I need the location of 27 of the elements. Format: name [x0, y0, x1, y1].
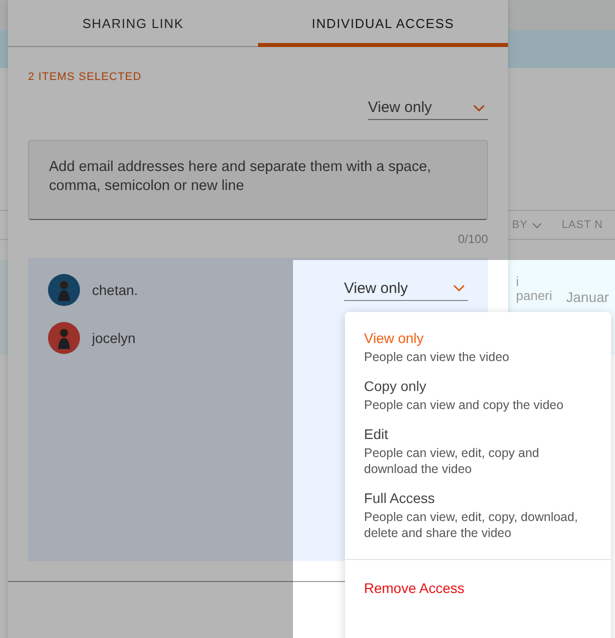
permission-dropdown[interactable]: View only — [368, 99, 488, 120]
avatar-icon — [48, 274, 80, 306]
option-description: People can view the video — [364, 349, 510, 365]
option-description: People can view, edit, copy and download the video — [364, 445, 540, 477]
menu-item[interactable]: Edit People can view, edit, copy and download the video — [345, 425, 611, 489]
email-field[interactable]: Add email addresses here and separate them with a space, comma, semicolon or new line — [28, 140, 488, 220]
option-description: People can view, edit, copy, download, delete and share the video — [364, 509, 579, 541]
option-label: Full Access — [364, 489, 436, 507]
permission-dropdown[interactable]: View only — [344, 280, 468, 300]
table-cell: paneri — [516, 289, 552, 303]
option-label: View only — [364, 329, 425, 347]
table-cell-text: Januar — [566, 289, 609, 307]
option-label: Edit — [364, 425, 390, 443]
selection-count: 2 ITEMS SELECTED — [28, 71, 143, 83]
remove-access-link[interactable]: Remove Access — [345, 560, 611, 596]
caret-icon — [473, 104, 485, 112]
avatar-icon — [48, 322, 80, 354]
menu-item[interactable]: Full Access People can view, edit, copy, download, delete and share the video — [345, 489, 611, 553]
character-counter: 0/100 — [456, 232, 488, 248]
menu-item[interactable]: View only People can view the video — [345, 329, 611, 377]
menu-item[interactable]: Copy only People can view and copy the video — [345, 377, 611, 425]
user-name: jocelyn — [92, 330, 136, 346]
option-label: Copy only — [364, 377, 428, 395]
table-cell-text: i — [516, 275, 520, 289]
caret-icon — [453, 284, 465, 292]
option-description: People can view and copy the video — [364, 397, 564, 413]
user-name: chetan. — [92, 282, 138, 298]
